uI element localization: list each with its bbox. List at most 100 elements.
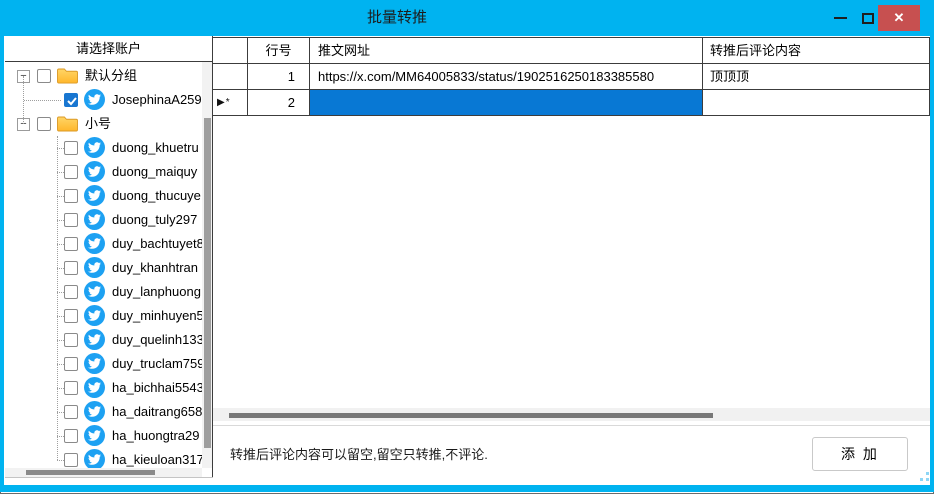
tree-connector-line [57, 172, 64, 173]
line-number-cell[interactable]: 2 [248, 90, 310, 116]
tree-account-item[interactable]: duy_minhuyen5 [5, 304, 202, 328]
tree-account-item[interactable]: ha_huongtra29 [5, 424, 202, 448]
column-header[interactable]: 转推后评论内容 [703, 38, 930, 64]
tree-vertical-scrollbar-thumb[interactable] [204, 118, 211, 448]
tree-account-item[interactable]: duong_khuetru [5, 136, 202, 160]
account-checkbox[interactable] [64, 453, 78, 467]
account-checkbox[interactable] [64, 261, 78, 275]
twitter-icon [84, 353, 105, 374]
group-checkbox[interactable] [37, 69, 51, 83]
account-panel-title: 请选择账户 [5, 36, 212, 62]
table-row-2: ▶*2 [213, 90, 930, 116]
twitter-icon [84, 329, 105, 350]
folder-icon [57, 116, 78, 132]
window-border-left [0, 36, 4, 487]
tree-connector-line [57, 316, 64, 317]
table-row-1: 1https://x.com/MM64005833/status/1902516… [213, 64, 930, 90]
account-checkbox[interactable] [64, 213, 78, 227]
group-label: 小号 [85, 112, 111, 136]
tree-account-item[interactable]: duy_quelinh133 [5, 328, 202, 352]
account-name: duong_thucuye [112, 184, 201, 208]
window-border-right [930, 36, 934, 487]
account-checkbox[interactable] [64, 429, 78, 443]
column-header[interactable]: 推文网址 [310, 38, 703, 64]
account-name: duy_quelinh133 [112, 328, 202, 352]
comment-cell[interactable] [703, 90, 930, 116]
twitter-icon [84, 305, 105, 326]
tree-account-item[interactable]: duong_tuly297 [5, 208, 202, 232]
tree-account-item[interactable]: duy_truclam759 [5, 352, 202, 376]
tree-connector-line [57, 196, 64, 197]
account-checkbox[interactable] [64, 93, 78, 107]
twitter-icon [84, 281, 105, 302]
minimize-icon [834, 17, 847, 19]
titlebar: 批量转推 ✕ [0, 0, 934, 36]
account-tree: −默认分组JosephinaA259−小号duong_khuetruduong_… [5, 62, 202, 468]
tree-connector-line [57, 388, 64, 389]
tree-connector-line [57, 220, 64, 221]
tree-connector-line [57, 244, 64, 245]
resize-grip-icon[interactable] [914, 470, 932, 484]
account-name: ha_bichhai5543 [112, 376, 202, 400]
account-name: duy_bachtuyet8 [112, 232, 202, 256]
tree-account-item[interactable]: ha_kieuloan317 [5, 448, 202, 468]
panel-bottom-border [5, 477, 213, 478]
checkmark-icon [66, 95, 78, 107]
tree-connector-line [57, 364, 64, 365]
account-checkbox[interactable] [64, 285, 78, 299]
line-number-cell[interactable]: 1 [248, 64, 310, 90]
tweet-url-cell[interactable] [310, 90, 703, 116]
row-indicator-cell[interactable]: ▶* [213, 90, 248, 116]
account-checkbox[interactable] [64, 309, 78, 323]
tree-connector-line [24, 100, 61, 101]
table-horizontal-scrollbar-thumb[interactable] [229, 413, 713, 418]
twitter-icon [84, 401, 105, 422]
account-checkbox[interactable] [64, 405, 78, 419]
tree-account-item[interactable]: duong_thucuye [5, 184, 202, 208]
account-name: duy_truclam759 [112, 352, 202, 376]
close-button[interactable]: ✕ [878, 5, 920, 31]
tree-account-item[interactable]: ha_daitrang658 [5, 400, 202, 424]
account-name: JosephinaA259 [112, 88, 202, 112]
tree-connector-line [57, 268, 64, 269]
account-checkbox[interactable] [64, 237, 78, 251]
tree-account-item[interactable]: duy_lanphuong [5, 280, 202, 304]
twitter-icon [84, 377, 105, 398]
account-name: ha_kieuloan317 [112, 448, 202, 468]
account-checkbox[interactable] [64, 141, 78, 155]
group-checkbox[interactable] [37, 117, 51, 131]
tweet-table: 行号推文网址转推后评论内容1https://x.com/MM64005833/s… [213, 37, 930, 116]
window-border-bottom [0, 485, 934, 492]
table-header-row: 行号推文网址转推后评论内容 [213, 38, 930, 64]
folder-icon [57, 68, 78, 84]
account-name: duy_khanhtran [112, 256, 198, 280]
twitter-icon [84, 137, 105, 158]
tree-group-1[interactable]: −小号 [5, 112, 202, 136]
tree-connector-line [57, 292, 64, 293]
row-indicator-cell[interactable] [213, 64, 248, 90]
tree-connector-line [57, 460, 64, 461]
account-name: ha_huongtra29 [112, 424, 199, 448]
account-name: ha_daitrang658 [112, 400, 202, 424]
account-checkbox[interactable] [64, 333, 78, 347]
tree-account-item[interactable]: duy_khanhtran [5, 256, 202, 280]
tweet-url-cell[interactable]: https://x.com/MM64005833/status/19025162… [310, 64, 703, 90]
twitter-icon [84, 233, 105, 254]
account-name: duong_maiquy [112, 160, 197, 184]
account-checkbox[interactable] [64, 165, 78, 179]
tree-account-item[interactable]: ha_bichhai5543 [5, 376, 202, 400]
add-button[interactable]: 添 加 [812, 437, 908, 471]
column-header[interactable]: 行号 [248, 38, 310, 64]
account-checkbox[interactable] [64, 381, 78, 395]
account-checkbox[interactable] [64, 189, 78, 203]
account-checkbox[interactable] [64, 357, 78, 371]
column-header[interactable] [213, 38, 248, 64]
tree-horizontal-scrollbar-thumb[interactable] [26, 470, 155, 475]
account-name: duy_lanphuong [112, 280, 201, 304]
tree-connector-line [57, 436, 64, 437]
window-title: 批量转推 [0, 0, 794, 36]
tree-account-item[interactable]: duong_maiquy [5, 160, 202, 184]
tree-group-0[interactable]: −默认分组 [5, 64, 202, 88]
comment-cell[interactable]: 顶顶顶 [703, 64, 930, 90]
tree-account-item[interactable]: duy_bachtuyet8 [5, 232, 202, 256]
